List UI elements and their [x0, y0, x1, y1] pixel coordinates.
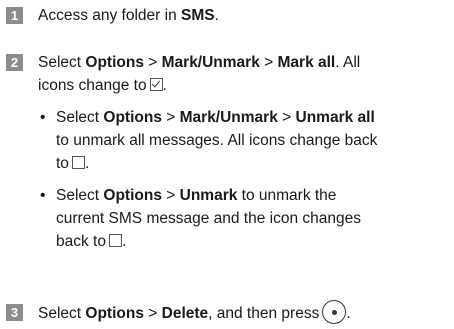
empty-checkbox-icon — [71, 156, 85, 169]
step-3-text: Select Options > Delete, and then press. — [38, 300, 351, 325]
step-2-text-line-2: icons change to. — [38, 77, 167, 94]
bullet-2-dot: • — [40, 187, 46, 204]
step-2-text-line-1: Select Options > Mark/Unmark > Mark all.… — [38, 54, 361, 71]
bullet-1-line-2: to unmark all messages. All icons change… — [56, 132, 378, 149]
center-key-icon — [322, 300, 347, 324]
bullet-2-line-2: current SMS message and the icon changes — [56, 210, 362, 227]
bullet-1-line-3: to. — [56, 155, 90, 172]
step-number-2: 2 — [6, 54, 23, 71]
bullet-1-dot: • — [40, 109, 46, 126]
bullet-2-line-3: back to. — [56, 233, 127, 250]
step-number-3: 3 — [6, 304, 23, 321]
empty-checkbox-icon — [108, 234, 122, 247]
step-number-1: 1 — [6, 7, 23, 24]
checked-checkbox-icon — [149, 78, 163, 91]
bullet-1-line-1: Select Options > Mark/Unmark > Unmark al… — [56, 109, 375, 126]
bullet-2-line-1: Select Options > Unmark to unmark the — [56, 187, 337, 204]
step-1-text: Access any folder in SMS. — [38, 7, 219, 24]
